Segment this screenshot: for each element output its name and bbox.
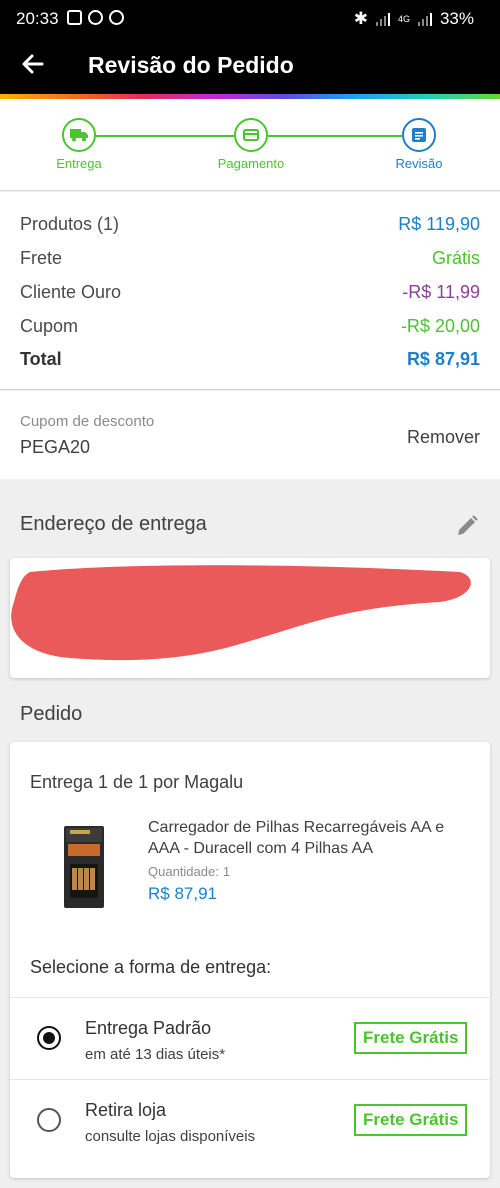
summary-label: Frete [20, 248, 63, 268]
status-right: ✱ 4G 33% [354, 9, 474, 29]
page-title: Revisão do Pedido [88, 52, 294, 78]
step-connector [268, 135, 402, 137]
summary-row-produtos: Produtos (1) R$ 119,90 [20, 214, 480, 238]
summary-value: -R$ 11,99 [402, 282, 480, 302]
summary-label: Cliente Ouro [20, 282, 122, 302]
notification-b-icon [88, 10, 103, 25]
signal-icon [375, 12, 390, 26]
address-redaction [11, 565, 471, 661]
radio-selected[interactable] [37, 1026, 61, 1050]
coupon-section: Cupom de desconto PEGA20 Remover [0, 391, 500, 479]
step-pagamento[interactable] [234, 118, 268, 152]
truck-icon [70, 129, 88, 142]
status-bar: 20:33 ✱ 4G 33% [0, 0, 500, 38]
arrow-left-icon[interactable] [20, 51, 46, 82]
step-entrega[interactable] [62, 118, 96, 152]
status-time: 20:33 [16, 9, 59, 28]
checkout-stepper: Entrega Pagamento Revisão [0, 99, 500, 191]
product-image[interactable] [62, 824, 106, 910]
card-icon [243, 129, 259, 141]
delivery-option-retira-loja[interactable]: Retira loja consulte lojas disponíveis F… [10, 1080, 490, 1160]
product-price: R$ 87,91 [148, 884, 217, 903]
summary-value: R$ 119,90 [398, 214, 480, 234]
delivery-option-detail: consulte lojas disponíveis [85, 1128, 256, 1145]
radio-unselected[interactable] [37, 1108, 61, 1132]
product-quantity: Quantidade: 1 [148, 864, 230, 879]
summary-row-cupom: Cupom -R$ 20,00 [20, 316, 480, 340]
step-connector [96, 135, 234, 137]
step-label-entrega: Entrega [56, 156, 102, 171]
delivery-method-title: Selecione a forma de entrega: [30, 957, 272, 977]
summary-row-cliente-ouro: Cliente Ouro -R$ 11,99 [20, 282, 480, 306]
order-summary: Produtos (1) R$ 119,90 Frete Grátis Clie… [0, 192, 500, 390]
quantity-value: 1 [222, 864, 231, 879]
signal-icon-2 [417, 12, 432, 26]
delivery-title: Entrega 1 de 1 por Magalu [30, 772, 244, 792]
summary-label: Total [20, 349, 62, 369]
document-icon [412, 128, 426, 142]
gallery-icon [67, 10, 82, 25]
delivery-option-name: Entrega Padrão [85, 1018, 212, 1038]
delivery-option-padrao[interactable]: Entrega Padrão em até 13 dias úteis* Fre… [10, 998, 490, 1078]
summary-row-frete: Frete Grátis [20, 248, 480, 272]
address-section-title: Endereço de entrega [20, 513, 207, 535]
network-type: 4G [397, 13, 410, 24]
summary-value: R$ 87,91 [406, 349, 480, 369]
delivery-option-name: Retira loja [85, 1100, 167, 1120]
bluetooth-icon: ✱ [353, 9, 368, 28]
summary-label: Produtos (1) [20, 214, 120, 234]
summary-value: Grátis [431, 248, 480, 268]
summary-value: -R$ 20,00 [400, 316, 480, 336]
order-card: Entrega 1 de 1 por Magalu Carregador de … [10, 742, 490, 1178]
summary-row-total: Total R$ 87,91 [20, 349, 480, 373]
coupon-code: PEGA20 [20, 437, 91, 457]
app-bar: Revisão do Pedido [0, 38, 500, 94]
coupon-label: Cupom de desconto [20, 413, 155, 430]
remove-coupon-button[interactable]: Remover [407, 427, 480, 448]
battery-level: 33% [439, 9, 474, 28]
order-section-title: Pedido [20, 703, 83, 725]
free-shipping-badge: Frete Grátis [354, 1022, 468, 1054]
summary-label: Cupom [20, 316, 79, 336]
figure-icon [109, 10, 124, 25]
product-name[interactable]: Carregador de Pilhas Recarregáveis AA e … [148, 817, 478, 859]
step-label-revisao: Revisão [395, 156, 443, 171]
address-card[interactable] [10, 558, 490, 678]
free-shipping-badge: Frete Grátis [354, 1104, 468, 1136]
quantity-label: Quantidade: [148, 864, 219, 879]
delivery-option-detail: em até 13 dias úteis* [85, 1046, 226, 1063]
notification-icons [67, 10, 124, 25]
step-revisao[interactable] [402, 118, 436, 152]
pencil-icon[interactable] [454, 513, 480, 539]
step-label-pagamento: Pagamento [217, 156, 285, 171]
